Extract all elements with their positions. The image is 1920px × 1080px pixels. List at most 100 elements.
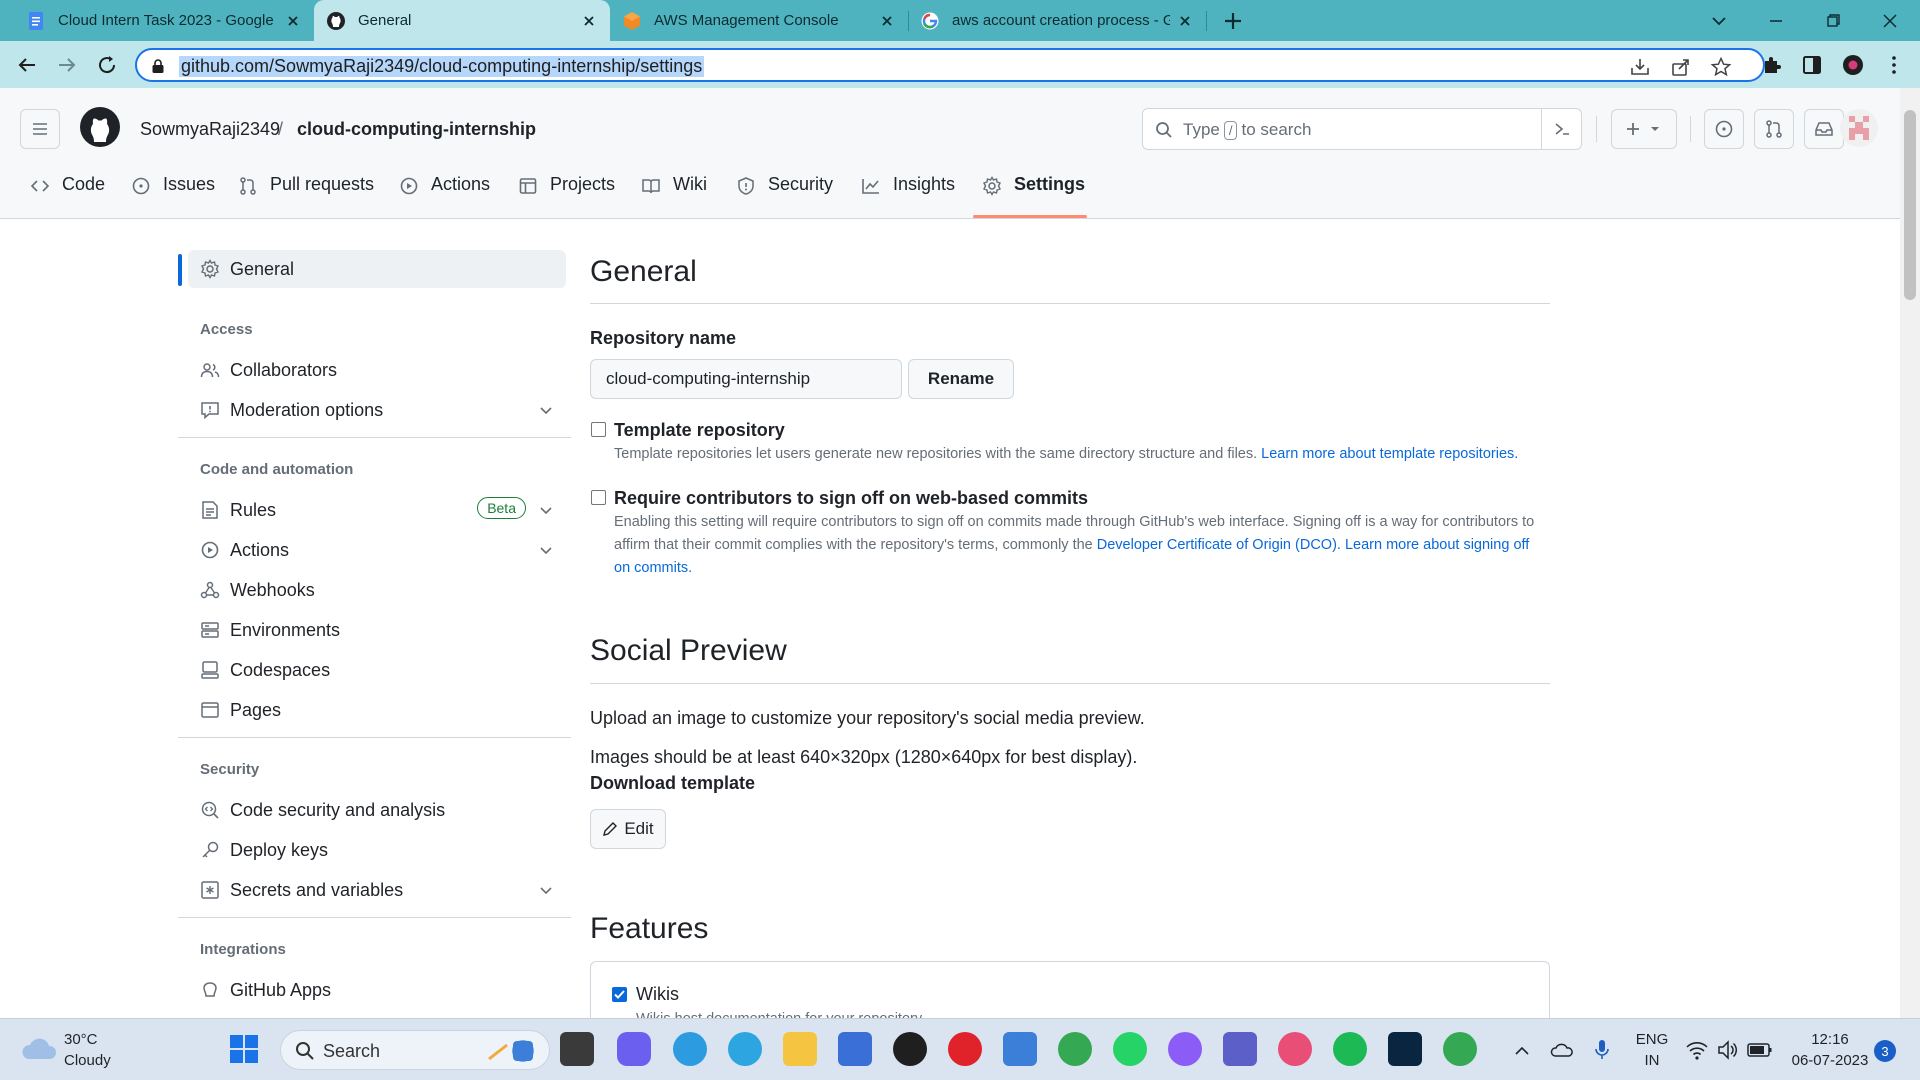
tab-pull-requests[interactable]: Pull requests	[238, 174, 374, 218]
sidebar-item-rules[interactable]: Rules Beta	[188, 491, 566, 529]
bookmark-star-icon[interactable]	[1710, 56, 1732, 78]
sidebar-item-actions[interactable]: Actions	[188, 531, 566, 569]
close-icon[interactable]	[1176, 12, 1194, 30]
browser-tab-aws[interactable]: AWS Management Console	[610, 0, 908, 41]
download-template-link[interactable]: Download template	[590, 773, 755, 794]
teams-chat-icon[interactable]	[617, 1032, 651, 1066]
profile-avatar-icon[interactable]	[1841, 53, 1865, 77]
weather-condition[interactable]: Cloudy	[64, 1052, 111, 1069]
whatsapp-icon[interactable]	[1113, 1032, 1147, 1066]
tab-wiki[interactable]: Wiki	[641, 174, 707, 218]
rename-button[interactable]: Rename	[908, 359, 1014, 399]
task-view-icon[interactable]	[560, 1032, 594, 1066]
app-icon[interactable]	[1278, 1032, 1312, 1066]
tab-settings[interactable]: Settings	[982, 174, 1085, 218]
volume-icon[interactable]	[1716, 1039, 1740, 1061]
notification-badge[interactable]: 3	[1874, 1040, 1896, 1062]
pull-requests-button[interactable]	[1754, 109, 1794, 149]
taskbar-search-box[interactable]: Search	[280, 1030, 550, 1070]
app-icon[interactable]	[1168, 1032, 1202, 1066]
scrollbar-thumb[interactable]	[1904, 110, 1916, 300]
close-icon[interactable]	[878, 12, 896, 30]
wifi-icon[interactable]	[1685, 1039, 1709, 1061]
reload-icon[interactable]	[95, 53, 119, 77]
spotify-icon[interactable]	[1333, 1032, 1367, 1066]
sidebar-item-codespaces[interactable]: Codespaces	[188, 651, 566, 689]
tab-projects[interactable]: Projects	[518, 174, 615, 218]
browser-tab-google-docs[interactable]: Cloud Intern Task 2023 - Google	[14, 0, 314, 41]
notepad-icon[interactable]	[1003, 1032, 1037, 1066]
browser-menu-icon[interactable]	[1882, 53, 1906, 77]
sidebar-item-deploy-keys[interactable]: Deploy keys	[188, 831, 566, 869]
search-input[interactable]: Type / to search	[1142, 108, 1582, 150]
sidebar-item-secrets[interactable]: Secrets and variables	[188, 871, 566, 909]
repo-name-input[interactable]	[590, 359, 902, 399]
chevron-down-icon[interactable]	[538, 502, 554, 518]
chevron-down-icon[interactable]	[538, 542, 554, 558]
file-explorer-icon[interactable]	[783, 1032, 817, 1066]
github-logo-icon[interactable]	[79, 106, 121, 148]
dco-link[interactable]: Developer Certificate of Origin (DCO).	[1097, 537, 1341, 553]
chevron-down-icon[interactable]	[538, 882, 554, 898]
microsoft-store-icon[interactable]	[838, 1032, 872, 1066]
repo-name-link[interactable]: cloud-computing-internship	[297, 119, 536, 140]
hamburger-menu-button[interactable]	[20, 109, 60, 149]
onedrive-icon[interactable]	[1550, 1039, 1574, 1061]
forward-arrow-icon[interactable]	[55, 53, 79, 77]
inbox-button[interactable]	[1804, 109, 1844, 149]
microphone-icon[interactable]	[1592, 1038, 1612, 1062]
tab-security[interactable]: Security	[736, 174, 833, 218]
tab-code[interactable]: Code	[30, 174, 105, 218]
side-panel-icon[interactable]	[1800, 53, 1824, 77]
signoff-checkbox[interactable]	[591, 490, 606, 505]
teams-icon[interactable]	[1223, 1032, 1257, 1066]
create-new-button[interactable]	[1611, 109, 1677, 149]
chevron-down-icon[interactable]	[538, 402, 554, 418]
cloud-weather-icon[interactable]	[20, 1035, 58, 1063]
sidebar-item-general[interactable]: General	[188, 250, 566, 288]
sidebar-item-github-apps[interactable]: GitHub Apps	[188, 971, 566, 1009]
opera-icon[interactable]	[948, 1032, 982, 1066]
close-icon[interactable]	[580, 12, 598, 30]
install-app-icon[interactable]	[1629, 56, 1651, 78]
issues-button[interactable]	[1704, 109, 1744, 149]
lock-icon[interactable]	[151, 58, 165, 74]
clock-time[interactable]: 12:16	[1780, 1031, 1880, 1048]
clock-date[interactable]: 06-07-2023	[1780, 1052, 1880, 1069]
sidebar-item-collaborators[interactable]: Collaborators	[188, 351, 566, 389]
tab-issues[interactable]: Issues	[131, 174, 215, 218]
sidebar-item-environments[interactable]: Environments	[188, 611, 566, 649]
new-tab-plus-icon[interactable]	[1220, 8, 1246, 34]
address-bar[interactable]: github.com/SowmyaRaji2349/cloud-computin…	[135, 48, 1765, 82]
user-avatar-icon[interactable]	[1839, 108, 1879, 148]
browser-tab-github[interactable]: General	[314, 0, 610, 41]
close-window-icon[interactable]	[1877, 8, 1903, 34]
tab-insights[interactable]: Insights	[861, 174, 955, 218]
close-icon[interactable]	[284, 12, 302, 30]
tab-actions[interactable]: Actions	[399, 174, 490, 218]
sidebar-item-webhooks[interactable]: Webhooks	[188, 571, 566, 609]
weather-temperature[interactable]: 30°C	[64, 1031, 98, 1048]
back-arrow-icon[interactable]	[15, 53, 39, 77]
sidebar-item-moderation[interactable]: Moderation options	[188, 391, 566, 429]
sidebar-item-code-security[interactable]: Code security and analysis	[188, 791, 566, 829]
template-learn-more-link[interactable]: Learn more about template repositories.	[1261, 446, 1518, 462]
wikis-checkbox[interactable]	[612, 987, 627, 1002]
language-region[interactable]: IN	[1632, 1052, 1672, 1069]
edge-icon[interactable]	[673, 1032, 707, 1066]
battery-icon[interactable]	[1747, 1040, 1773, 1060]
telegram-icon[interactable]	[728, 1032, 762, 1066]
tab-search-chevron-icon[interactable]	[1706, 8, 1732, 34]
restore-icon[interactable]	[1820, 8, 1846, 34]
language-indicator[interactable]: ENG	[1632, 1031, 1672, 1048]
dell-icon[interactable]	[893, 1032, 927, 1066]
command-palette-button[interactable]	[1541, 109, 1581, 149]
edit-button[interactable]: Edit	[590, 809, 666, 849]
chevron-up-icon[interactable]	[1512, 1041, 1532, 1061]
windows-start-icon[interactable]	[227, 1032, 261, 1066]
template-repository-checkbox[interactable]	[591, 422, 606, 437]
sidebar-item-pages[interactable]: Pages	[188, 691, 566, 729]
repo-owner-link[interactable]: SowmyaRaji2349	[140, 119, 280, 140]
extensions-puzzle-icon[interactable]	[1760, 53, 1784, 77]
browser-tab-google-search[interactable]: aws account creation process - G	[908, 0, 1206, 41]
